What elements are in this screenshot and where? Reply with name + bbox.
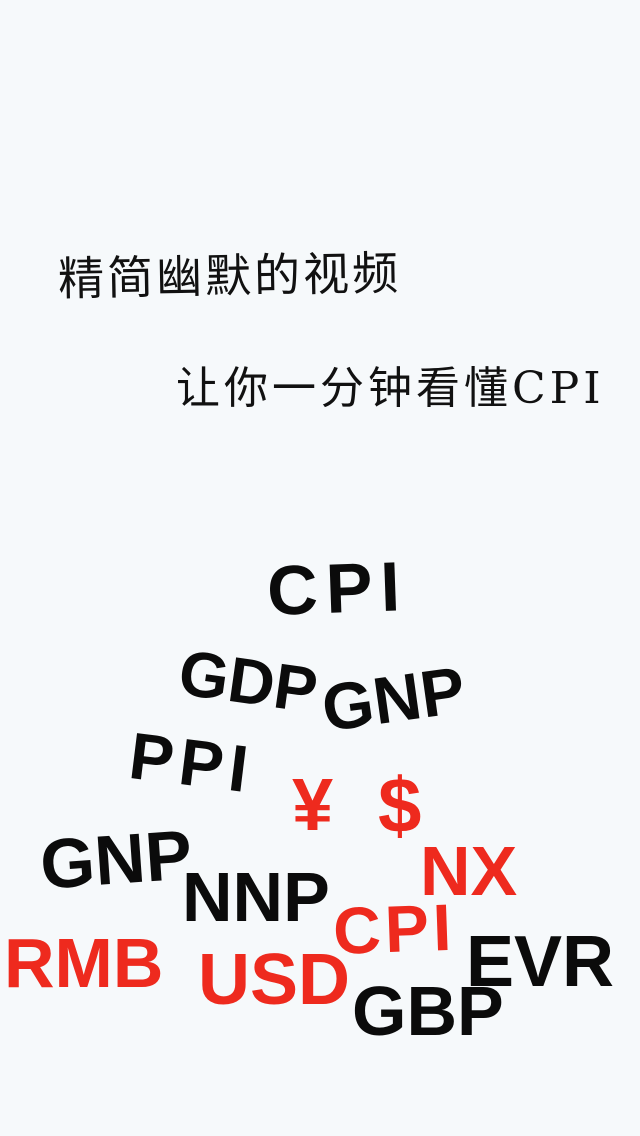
word-cpi-top: CPI [265, 547, 410, 630]
word-ppi: PPI [125, 718, 258, 807]
word-dollar-sign: $ [378, 761, 422, 849]
word-gnp-upper: GNP [317, 652, 470, 746]
caption-line-1: 精简幽默的视频 [57, 246, 402, 306]
caption-line-2: 让你一分钟看懂CPI [176, 363, 605, 414]
word-gdp: GDP [174, 636, 322, 727]
word-gnp-lower: GNP [37, 815, 195, 904]
word-yen-sign: ¥ [292, 763, 334, 846]
word-usd: USD [198, 940, 351, 1020]
word-gbp: GBP [352, 972, 504, 1050]
word-cpi-red: CPI [331, 889, 457, 968]
word-nnp: NNP [182, 858, 330, 936]
word-rmb: RMB [4, 924, 164, 1002]
